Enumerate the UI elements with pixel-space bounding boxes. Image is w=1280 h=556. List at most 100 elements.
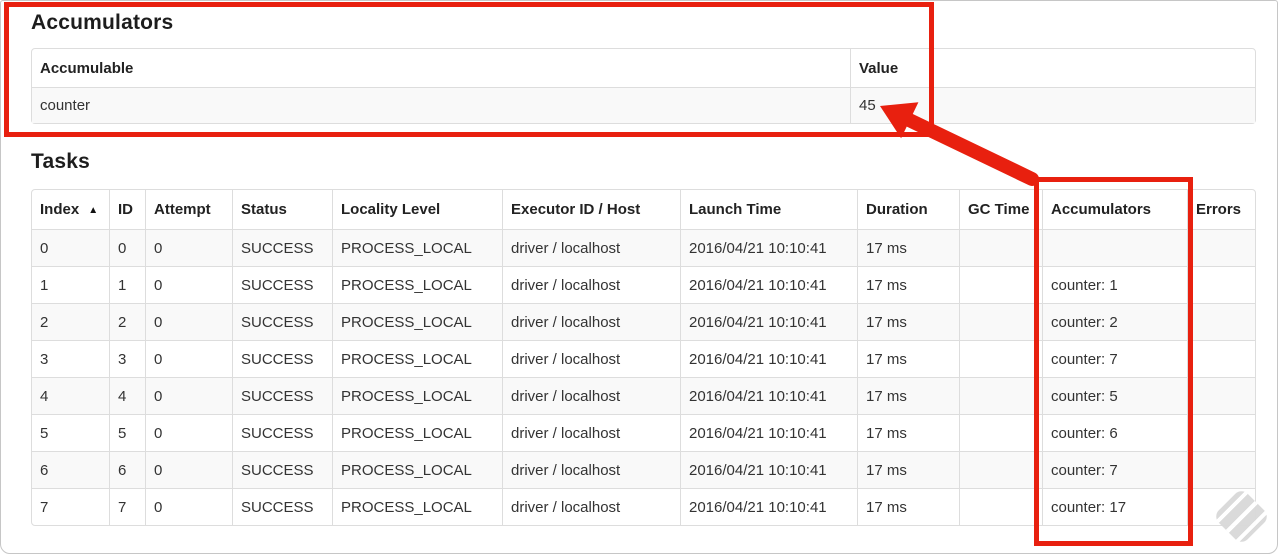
task-cell-index: 3 xyxy=(32,340,109,377)
task-cell-gc-time xyxy=(959,229,1042,266)
task-row: 1 1 0 SUCCESS PROCESS_LOCAL driver / loc… xyxy=(32,266,1255,303)
task-cell-launch-time: 2016/04/21 10:10:41 xyxy=(680,266,857,303)
task-row: 2 2 0 SUCCESS PROCESS_LOCAL driver / loc… xyxy=(32,303,1255,340)
task-cell-executor-id-host: driver / localhost xyxy=(502,414,680,451)
task-cell-errors xyxy=(1187,303,1255,340)
sort-ascending-icon: ▲ xyxy=(88,205,99,216)
tasks-table-body: 0 0 0 SUCCESS PROCESS_LOCAL driver / loc… xyxy=(32,229,1255,525)
launch-time-column-header[interactable]: Launch Time xyxy=(680,190,857,229)
task-cell-executor-id-host: driver / localhost xyxy=(502,488,680,525)
task-cell-gc-time xyxy=(959,451,1042,488)
task-cell-status: SUCCESS xyxy=(232,414,332,451)
accumulable-name-cell: counter xyxy=(32,87,850,123)
tasks-header-row: Index ▲ ID Attempt Status Locality Level … xyxy=(32,190,1255,229)
task-row: 5 5 0 SUCCESS PROCESS_LOCAL driver / loc… xyxy=(32,414,1255,451)
task-cell-duration: 17 ms xyxy=(857,303,959,340)
task-cell-status: SUCCESS xyxy=(232,229,332,266)
task-cell-id: 4 xyxy=(109,377,145,414)
task-cell-launch-time: 2016/04/21 10:10:41 xyxy=(680,229,857,266)
task-cell-executor-id-host: driver / localhost xyxy=(502,451,680,488)
task-cell-executor-id-host: driver / localhost xyxy=(502,303,680,340)
task-cell-index: 0 xyxy=(32,229,109,266)
spark-ui-stage-page: Accumulators Accumulable Value counter 4… xyxy=(0,0,1278,554)
task-cell-accumulators: counter: 7 xyxy=(1042,451,1187,488)
task-row: 4 4 0 SUCCESS PROCESS_LOCAL driver / loc… xyxy=(32,377,1255,414)
gc-time-column-header[interactable]: GC Time xyxy=(959,190,1042,229)
task-cell-id: 7 xyxy=(109,488,145,525)
task-cell-errors xyxy=(1187,266,1255,303)
task-cell-status: SUCCESS xyxy=(232,488,332,525)
accumulator-row: counter 45 xyxy=(32,87,1255,123)
task-cell-duration: 17 ms xyxy=(857,266,959,303)
task-cell-id: 6 xyxy=(109,451,145,488)
id-column-header[interactable]: ID xyxy=(109,190,145,229)
accumulators-column-header[interactable]: Accumulators xyxy=(1042,190,1187,229)
task-cell-index: 5 xyxy=(32,414,109,451)
executor-id-host-column-header[interactable]: Executor ID / Host xyxy=(502,190,680,229)
task-cell-locality-level: PROCESS_LOCAL xyxy=(332,414,502,451)
task-cell-attempt: 0 xyxy=(145,451,232,488)
task-cell-gc-time xyxy=(959,414,1042,451)
task-cell-status: SUCCESS xyxy=(232,303,332,340)
task-cell-launch-time: 2016/04/21 10:10:41 xyxy=(680,303,857,340)
task-cell-executor-id-host: driver / localhost xyxy=(502,340,680,377)
task-cell-index: 1 xyxy=(32,266,109,303)
annotation-arrow-shaft xyxy=(902,113,1039,186)
task-cell-attempt: 0 xyxy=(145,488,232,525)
task-cell-errors xyxy=(1187,340,1255,377)
task-cell-status: SUCCESS xyxy=(232,340,332,377)
task-cell-duration: 17 ms xyxy=(857,377,959,414)
task-cell-locality-level: PROCESS_LOCAL xyxy=(332,303,502,340)
task-cell-duration: 17 ms xyxy=(857,488,959,525)
task-cell-accumulators: counter: 2 xyxy=(1042,303,1187,340)
errors-column-header[interactable]: Errors xyxy=(1187,190,1255,229)
task-cell-attempt: 0 xyxy=(145,414,232,451)
tasks-section-heading: Tasks xyxy=(31,150,90,173)
task-cell-index: 2 xyxy=(32,303,109,340)
accumulators-section-heading: Accumulators xyxy=(31,11,174,34)
task-cell-id: 1 xyxy=(109,266,145,303)
status-column-header[interactable]: Status xyxy=(232,190,332,229)
task-cell-attempt: 0 xyxy=(145,340,232,377)
task-cell-accumulators: counter: 17 xyxy=(1042,488,1187,525)
task-cell-gc-time xyxy=(959,340,1042,377)
task-cell-gc-time xyxy=(959,488,1042,525)
locality-level-column-header[interactable]: Locality Level xyxy=(332,190,502,229)
task-cell-launch-time: 2016/04/21 10:10:41 xyxy=(680,340,857,377)
task-cell-executor-id-host: driver / localhost xyxy=(502,229,680,266)
tasks-table: Index ▲ ID Attempt Status Locality Level … xyxy=(31,189,1256,526)
task-cell-attempt: 0 xyxy=(145,229,232,266)
task-cell-locality-level: PROCESS_LOCAL xyxy=(332,488,502,525)
task-row: 0 0 0 SUCCESS PROCESS_LOCAL driver / loc… xyxy=(32,229,1255,266)
task-cell-id: 0 xyxy=(109,229,145,266)
index-column-header[interactable]: Index ▲ xyxy=(32,190,109,229)
task-cell-index: 6 xyxy=(32,451,109,488)
task-cell-status: SUCCESS xyxy=(232,451,332,488)
task-cell-index: 7 xyxy=(32,488,109,525)
task-cell-gc-time xyxy=(959,266,1042,303)
task-cell-locality-level: PROCESS_LOCAL xyxy=(332,451,502,488)
task-cell-attempt: 0 xyxy=(145,377,232,414)
task-cell-accumulators: counter: 5 xyxy=(1042,377,1187,414)
task-cell-accumulators: counter: 6 xyxy=(1042,414,1187,451)
task-cell-index: 4 xyxy=(32,377,109,414)
task-row: 7 7 0 SUCCESS PROCESS_LOCAL driver / loc… xyxy=(32,488,1255,525)
attempt-column-header[interactable]: Attempt xyxy=(145,190,232,229)
task-cell-errors xyxy=(1187,229,1255,266)
task-cell-gc-time xyxy=(959,377,1042,414)
duration-column-header[interactable]: Duration xyxy=(857,190,959,229)
task-cell-id: 5 xyxy=(109,414,145,451)
task-cell-launch-time: 2016/04/21 10:10:41 xyxy=(680,377,857,414)
task-cell-attempt: 0 xyxy=(145,303,232,340)
accumulable-value-cell: 45 xyxy=(850,87,1255,123)
task-cell-executor-id-host: driver / localhost xyxy=(502,266,680,303)
task-cell-launch-time: 2016/04/21 10:10:41 xyxy=(680,488,857,525)
task-cell-id: 3 xyxy=(109,340,145,377)
task-cell-locality-level: PROCESS_LOCAL xyxy=(332,266,502,303)
task-cell-id: 2 xyxy=(109,303,145,340)
task-cell-errors xyxy=(1187,414,1255,451)
task-cell-locality-level: PROCESS_LOCAL xyxy=(332,340,502,377)
accumulable-column-header: Accumulable xyxy=(40,59,134,77)
task-cell-accumulators: counter: 1 xyxy=(1042,266,1187,303)
task-row: 6 6 0 SUCCESS PROCESS_LOCAL driver / loc… xyxy=(32,451,1255,488)
